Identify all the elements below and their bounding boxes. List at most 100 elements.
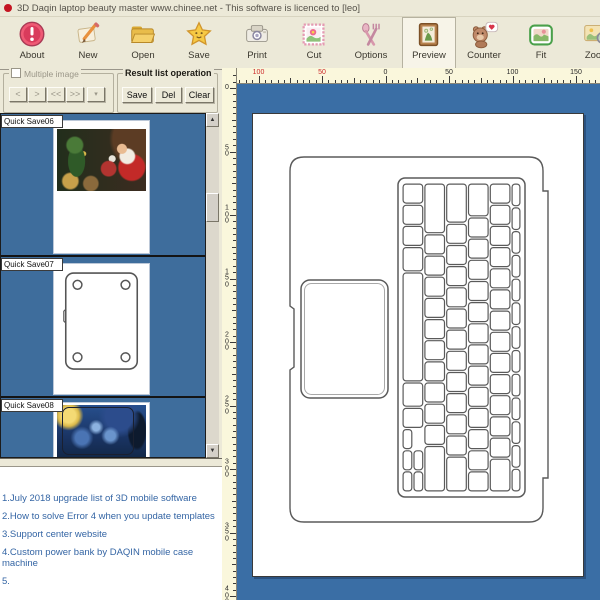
ruler-tick xyxy=(405,80,406,83)
ruler-tick xyxy=(290,78,291,83)
ruler-tick xyxy=(233,539,236,540)
save-button[interactable]: Save xyxy=(173,18,225,67)
options-button[interactable]: Options xyxy=(345,18,397,67)
news-link-2[interactable]: 2.How to solve Error 4 when you update t… xyxy=(2,511,220,522)
cut-button[interactable]: Cut xyxy=(288,18,340,67)
thumbnail-card-3[interactable] xyxy=(53,402,150,458)
image-dropdown-button[interactable]: ▾ xyxy=(87,87,105,102)
print-button[interactable]: Print xyxy=(231,18,283,67)
ruler-tick xyxy=(233,209,236,210)
nav-last-button[interactable]: >> xyxy=(66,87,84,102)
multiple-image-checkbox[interactable] xyxy=(11,68,21,78)
cover-template-thumb xyxy=(54,268,149,378)
ruler-tick xyxy=(233,571,236,572)
ruler-tick xyxy=(233,317,236,318)
nav-prev-button[interactable]: < xyxy=(9,87,27,102)
ruler-tick xyxy=(233,82,236,83)
ruler-tick xyxy=(373,80,374,83)
quick-save-list[interactable]: Quick Save06 Quick Save07Quick Save08 xyxy=(0,113,219,458)
news-link-5[interactable]: 5. xyxy=(2,576,220,587)
ruler-tick xyxy=(233,164,236,165)
ruler-tick xyxy=(230,342,236,343)
ruler-tick xyxy=(284,80,285,83)
ruler-tick xyxy=(544,78,545,83)
nav-first-button[interactable]: << xyxy=(47,87,65,102)
ruler-tick xyxy=(233,177,236,178)
scrollbar-thumb[interactable] xyxy=(206,193,219,222)
news-link-1[interactable]: 1.July 2018 upgrade list of 3D mobile so… xyxy=(2,493,220,504)
application-window: 3D Daqin laptop beauty master www.chinee… xyxy=(0,0,600,600)
counter-button[interactable]: Counter xyxy=(458,18,510,67)
ruler-tick xyxy=(233,590,236,591)
ruler-tick xyxy=(233,132,236,133)
fit-icon xyxy=(525,19,557,51)
ruler-tick xyxy=(233,463,236,464)
result-del-button[interactable]: Del xyxy=(155,87,182,103)
about-button[interactable]: About xyxy=(6,18,58,67)
ruler-tick xyxy=(233,202,236,203)
news-link-3[interactable]: 3.Support center website xyxy=(2,529,220,540)
v-ruler-label: 300 xyxy=(225,459,229,479)
scroll-up-button[interactable]: ▲ xyxy=(206,113,219,127)
news-link-4[interactable]: 4.Custom power bank by DAQIN mobile case… xyxy=(2,547,220,569)
preview-label: Preview xyxy=(403,51,455,61)
ruler-tick xyxy=(233,450,236,451)
ruler-tick xyxy=(570,80,571,83)
ruler-tick xyxy=(233,583,236,584)
v-ruler-label: 150 xyxy=(225,269,229,289)
ruler-tick xyxy=(430,80,431,83)
ruler-tick xyxy=(392,80,393,83)
ruler-tick xyxy=(233,94,236,95)
ruler-tick xyxy=(506,80,507,83)
h-ruler-label: 50 xyxy=(318,69,326,76)
ruler-tick xyxy=(233,272,236,273)
nav-next-button[interactable]: > xyxy=(28,87,46,102)
list-scrollbar[interactable]: ▲ ▼ xyxy=(205,113,219,458)
ruler-tick xyxy=(455,80,456,83)
ruler-tick xyxy=(232,564,237,565)
ruler-tick xyxy=(252,80,253,83)
thumbnail-card-1[interactable] xyxy=(53,120,150,254)
ruler-tick xyxy=(557,80,558,83)
result-save-button[interactable]: Save xyxy=(122,87,152,103)
ruler-tick xyxy=(233,545,236,546)
ruler-tick xyxy=(303,80,304,83)
ruler-tick xyxy=(563,80,564,83)
design-canvas[interactable] xyxy=(237,84,600,600)
print-icon xyxy=(241,19,273,51)
open-button[interactable]: Open xyxy=(117,18,169,67)
options-label: Options xyxy=(345,51,397,61)
result-clear-button[interactable]: Clear xyxy=(185,87,214,103)
ruler-tick xyxy=(233,456,236,457)
ruler-tick xyxy=(233,393,236,394)
preview-button[interactable]: Preview xyxy=(402,17,456,69)
ruler-tick xyxy=(487,80,488,83)
scroll-down-button[interactable]: ▼ xyxy=(206,444,219,458)
ruler-tick xyxy=(474,80,475,83)
zoom-button[interactable]: Zoom xyxy=(571,18,600,67)
ruler-tick xyxy=(386,76,387,83)
ruler-tick xyxy=(595,80,596,83)
new-label: New xyxy=(62,51,114,61)
ruler-tick xyxy=(449,76,450,83)
ruler-tick xyxy=(233,171,236,172)
h-ruler-label: 0 xyxy=(384,69,388,76)
fit-button[interactable]: Fit xyxy=(515,18,567,67)
zoom-label: Zoom xyxy=(571,51,600,61)
new-button[interactable]: New xyxy=(62,18,114,67)
ruler-tick xyxy=(347,80,348,83)
thumbnail-card-2[interactable] xyxy=(53,263,150,395)
title-bar[interactable]: 3D Daqin laptop beauty master www.chinee… xyxy=(0,0,600,17)
ruler-tick xyxy=(230,596,236,597)
ruler-tick xyxy=(297,80,298,83)
ruler-tick xyxy=(233,113,236,114)
ruler-tick xyxy=(538,80,539,83)
ruler-tick xyxy=(233,323,236,324)
ruler-tick xyxy=(230,152,236,153)
preview-icon xyxy=(413,19,445,51)
save-icon xyxy=(183,19,215,51)
ruler-tick xyxy=(232,501,237,502)
new-icon xyxy=(72,19,104,51)
ruler-tick xyxy=(417,78,418,83)
ruler-tick xyxy=(233,577,236,578)
